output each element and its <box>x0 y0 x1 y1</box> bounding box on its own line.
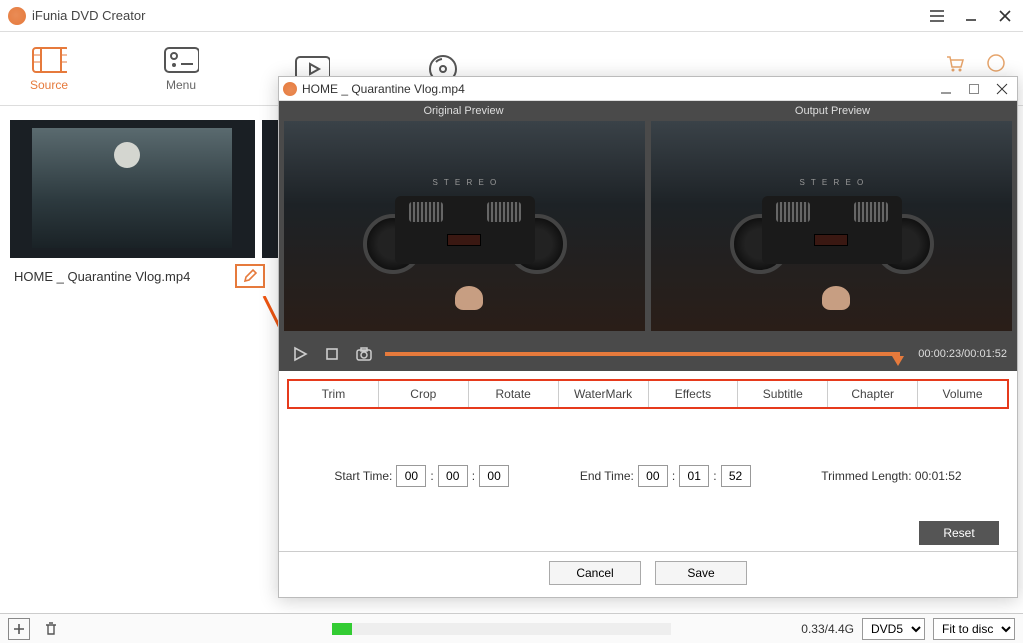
media-filename: HOME _ Quarantine Vlog.mp4 <box>10 269 190 284</box>
snapshot-button[interactable] <box>353 343 375 365</box>
start-mm-input[interactable] <box>438 465 468 487</box>
tab-menu-label: Menu <box>166 78 196 92</box>
playback-controls: 00:00:23/00:01:52 <box>279 337 1017 371</box>
disc-type-select[interactable]: DVD5 <box>862 618 925 640</box>
app-logo-icon <box>8 7 26 25</box>
save-button[interactable]: Save <box>655 561 747 585</box>
edit-tabs: Trim Crop Rotate WaterMark Effects Subti… <box>287 379 1009 409</box>
delete-media-button[interactable] <box>40 618 62 640</box>
play-button[interactable] <box>289 343 311 365</box>
editor-maximize-button[interactable] <box>963 80 985 98</box>
end-time-group: End Time: : : <box>580 465 751 487</box>
editor-minimize-button[interactable] <box>935 80 957 98</box>
tab-source[interactable]: Source <box>30 46 68 92</box>
hamburger-icon[interactable] <box>927 6 947 26</box>
status-bar: 0.33/4.4G DVD5 Fit to disc <box>0 613 1023 643</box>
editor-title: HOME _ Quarantine Vlog.mp4 <box>302 82 465 96</box>
film-icon <box>31 46 67 74</box>
seek-bar[interactable] <box>385 352 900 356</box>
edit-tab-chapter[interactable]: Chapter <box>828 381 918 407</box>
edit-media-button[interactable] <box>235 264 265 288</box>
start-time-group: Start Time: : : <box>334 465 509 487</box>
start-hh-input[interactable] <box>396 465 426 487</box>
tab-source-label: Source <box>30 78 68 92</box>
end-time-label: End Time: <box>580 469 634 483</box>
edit-tab-watermark[interactable]: WaterMark <box>559 381 649 407</box>
media-area: HOME _ Quarantine Vlog.mp4 <box>10 120 265 288</box>
edit-tab-effects[interactable]: Effects <box>649 381 739 407</box>
output-preview[interactable]: S T E R E O <box>651 121 1012 331</box>
trimmed-length: Trimmed Length: 00:01:52 <box>821 469 961 483</box>
help-icon[interactable] <box>987 54 1005 72</box>
app-title: iFunia DVD Creator <box>32 8 145 23</box>
cart-icon[interactable] <box>945 54 965 72</box>
editor-dialog: HOME _ Quarantine Vlog.mp4 Original Prev… <box>278 76 1018 598</box>
reset-button[interactable]: Reset <box>919 521 999 545</box>
minimize-button[interactable] <box>961 6 981 26</box>
fit-mode-select[interactable]: Fit to disc <box>933 618 1015 640</box>
preview-row: S T E R E O S T E R E O <box>279 121 1017 337</box>
add-media-button[interactable] <box>8 618 30 640</box>
edit-tab-crop[interactable]: Crop <box>379 381 469 407</box>
start-time-label: Start Time: <box>334 469 392 483</box>
stop-button[interactable] <box>321 343 343 365</box>
dialog-button-row: Cancel Save <box>279 551 1017 593</box>
original-preview-label: Original Preview <box>279 101 648 121</box>
preview-header: Original Preview Output Preview <box>279 101 1017 121</box>
output-preview-label: Output Preview <box>648 101 1017 121</box>
edit-tab-volume[interactable]: Volume <box>918 381 1007 407</box>
menu-template-icon <box>163 46 199 74</box>
edit-tab-subtitle[interactable]: Subtitle <box>738 381 828 407</box>
media-thumbnail-2[interactable] <box>262 120 278 258</box>
seek-handle-icon[interactable] <box>892 356 904 366</box>
original-preview[interactable]: S T E R E O <box>284 121 645 331</box>
editor-logo-icon <box>283 82 297 96</box>
close-button[interactable] <box>995 6 1015 26</box>
disc-usage-fill <box>332 623 352 635</box>
edit-tab-trim[interactable]: Trim <box>289 381 379 407</box>
main-titlebar: iFunia DVD Creator <box>0 0 1023 32</box>
editor-close-button[interactable] <box>991 80 1013 98</box>
editor-titlebar: HOME _ Quarantine Vlog.mp4 <box>279 77 1017 101</box>
media-thumbnail[interactable] <box>10 120 255 258</box>
playback-time: 00:00:23/00:01:52 <box>918 348 1007 360</box>
cancel-button[interactable]: Cancel <box>549 561 641 585</box>
start-ss-input[interactable] <box>479 465 509 487</box>
trim-panel: Start Time: : : End Time: : : Trimmed Le… <box>279 417 1017 497</box>
end-ss-input[interactable] <box>721 465 751 487</box>
disc-usage-text: 0.33/4.4G <box>801 622 854 636</box>
edit-tab-rotate[interactable]: Rotate <box>469 381 559 407</box>
end-hh-input[interactable] <box>638 465 668 487</box>
end-mm-input[interactable] <box>679 465 709 487</box>
tab-menu[interactable]: Menu <box>163 46 199 92</box>
disc-usage-bar <box>332 623 671 635</box>
